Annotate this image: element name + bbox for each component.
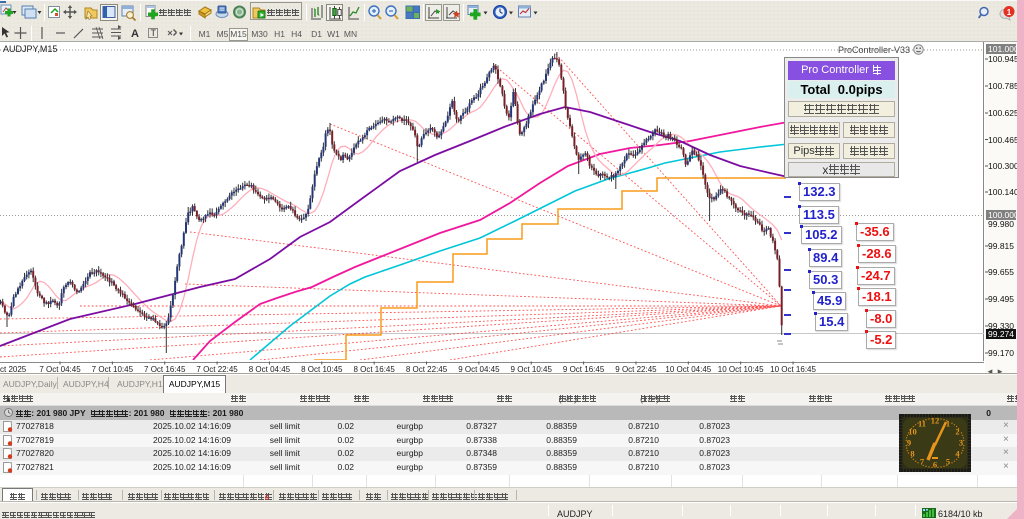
svg-text:10: 10 <box>908 427 917 437</box>
svg-text:12: 12 <box>931 416 940 426</box>
svg-text:2: 2 <box>955 427 959 437</box>
svg-text:3: 3 <box>959 438 963 448</box>
svg-text:1: 1 <box>1007 8 1012 17</box>
svg-text:A: A <box>131 28 139 40</box>
svg-text:9: 9 <box>907 438 911 448</box>
svg-text:T: T <box>151 28 157 38</box>
svg-text:6: 6 <box>933 460 937 470</box>
svg-text:11: 11 <box>918 418 926 428</box>
